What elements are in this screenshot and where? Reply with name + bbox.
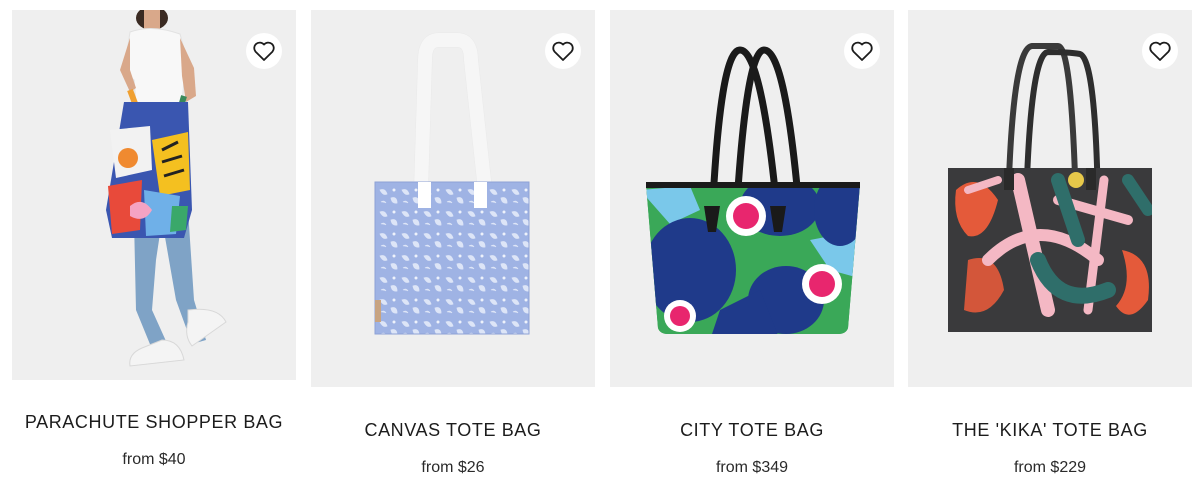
- city-tote-image: [646, 46, 860, 334]
- product-image[interactable]: [610, 10, 894, 387]
- heart-outline-icon: [552, 41, 574, 61]
- favorite-button[interactable]: [1142, 33, 1178, 69]
- product-name[interactable]: PARACHUTE SHOPPER BAG: [12, 412, 296, 433]
- product-image[interactable]: [311, 10, 595, 387]
- favorite-button[interactable]: [545, 33, 581, 69]
- heart-outline-icon: [253, 41, 275, 61]
- product-price: from $26: [421, 459, 485, 476]
- product-price: from $349: [715, 459, 789, 476]
- product-card[interactable]: CANVAS TOTE BAG from $26: [311, 10, 595, 476]
- kika-tote-image: [948, 43, 1152, 332]
- product-card[interactable]: PARACHUTE SHOPPER BAG from $40: [12, 10, 296, 468]
- product-image[interactable]: [908, 10, 1192, 387]
- favorite-button[interactable]: [246, 33, 282, 69]
- product-price: from $40: [122, 451, 186, 468]
- product-name[interactable]: CANVAS TOTE BAG: [311, 420, 595, 441]
- heart-outline-icon: [851, 41, 873, 61]
- canvas-tote-image: [374, 32, 530, 335]
- product-name[interactable]: THE 'KIKA' TOTE BAG: [908, 420, 1192, 441]
- product-price: from $229: [1013, 459, 1087, 476]
- product-card[interactable]: CITY TOTE BAG from $349: [610, 10, 894, 476]
- heart-outline-icon: [1149, 41, 1171, 61]
- favorite-button[interactable]: [844, 33, 880, 69]
- product-image[interactable]: [12, 10, 296, 380]
- product-name[interactable]: CITY TOTE BAG: [610, 420, 894, 441]
- product-card[interactable]: THE 'KIKA' TOTE BAG from $229: [908, 10, 1192, 476]
